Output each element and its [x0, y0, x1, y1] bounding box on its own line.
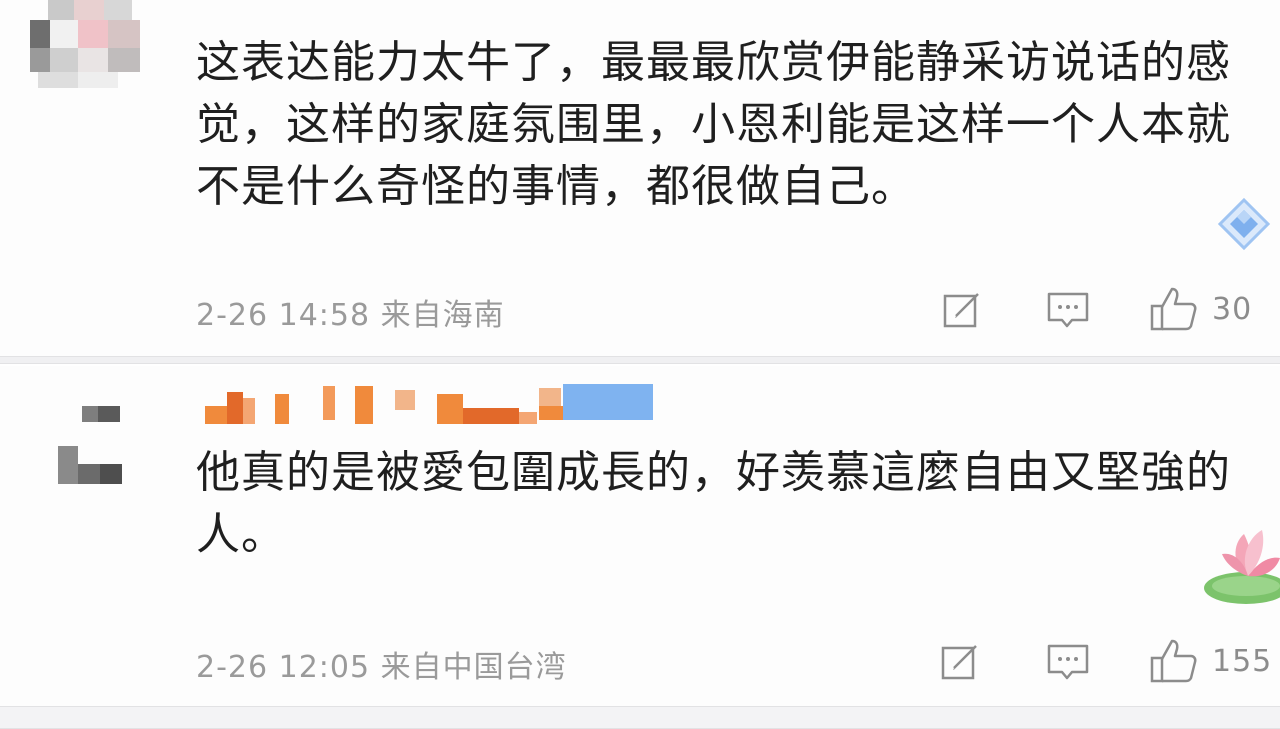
like-button[interactable]: 30 — [1150, 286, 1252, 332]
comment-item: 这表达能力太牛了，最最最欣赏伊能静采访说话的感觉，这样的家庭氛围里，小恩利能是这… — [0, 0, 1280, 356]
comment-icon — [1046, 290, 1090, 330]
edit-icon — [942, 290, 982, 330]
edit-icon — [940, 642, 980, 682]
comment-feed: 这表达能力太牛了，最最最欣赏伊能静采访说话的感觉，这样的家庭氛围里，小恩利能是这… — [0, 0, 1280, 729]
comment-text: 他真的是被愛包圍成長的，好羡慕這麼自由又堅強的人。 — [196, 447, 1231, 560]
like-count: 30 — [1212, 291, 1253, 327]
reply-button[interactable] — [1046, 642, 1090, 682]
diamond-sticker-icon — [1216, 196, 1272, 252]
edit-button[interactable] — [942, 290, 982, 330]
username[interactable] — [205, 384, 655, 428]
edit-button[interactable] — [940, 642, 980, 682]
avatar[interactable] — [30, 0, 162, 90]
lotus-sticker-icon — [1196, 516, 1280, 606]
reply-button[interactable] — [1046, 290, 1090, 330]
avatar[interactable] — [58, 400, 138, 510]
comment-icon — [1046, 642, 1090, 682]
thumbs-up-icon — [1150, 638, 1198, 684]
comment-item: 他真的是被愛包圍成長的，好羡慕這麼自由又堅強的人。 2-26 12:05 来自中… — [0, 366, 1280, 706]
thumbs-up-icon — [1150, 286, 1198, 332]
comment-meta: 2-26 14:58 来自海南 — [196, 298, 505, 333]
divider — [0, 356, 1280, 364]
like-button[interactable]: 155 — [1150, 638, 1272, 684]
like-count: 155 — [1212, 643, 1273, 679]
divider — [0, 706, 1280, 729]
comment-text: 这表达能力太牛了，最最最欣赏伊能静采访说话的感觉，这样的家庭氛围里，小恩利能是这… — [196, 37, 1231, 212]
comment-meta: 2-26 12:05 来自中国台湾 — [196, 650, 567, 685]
